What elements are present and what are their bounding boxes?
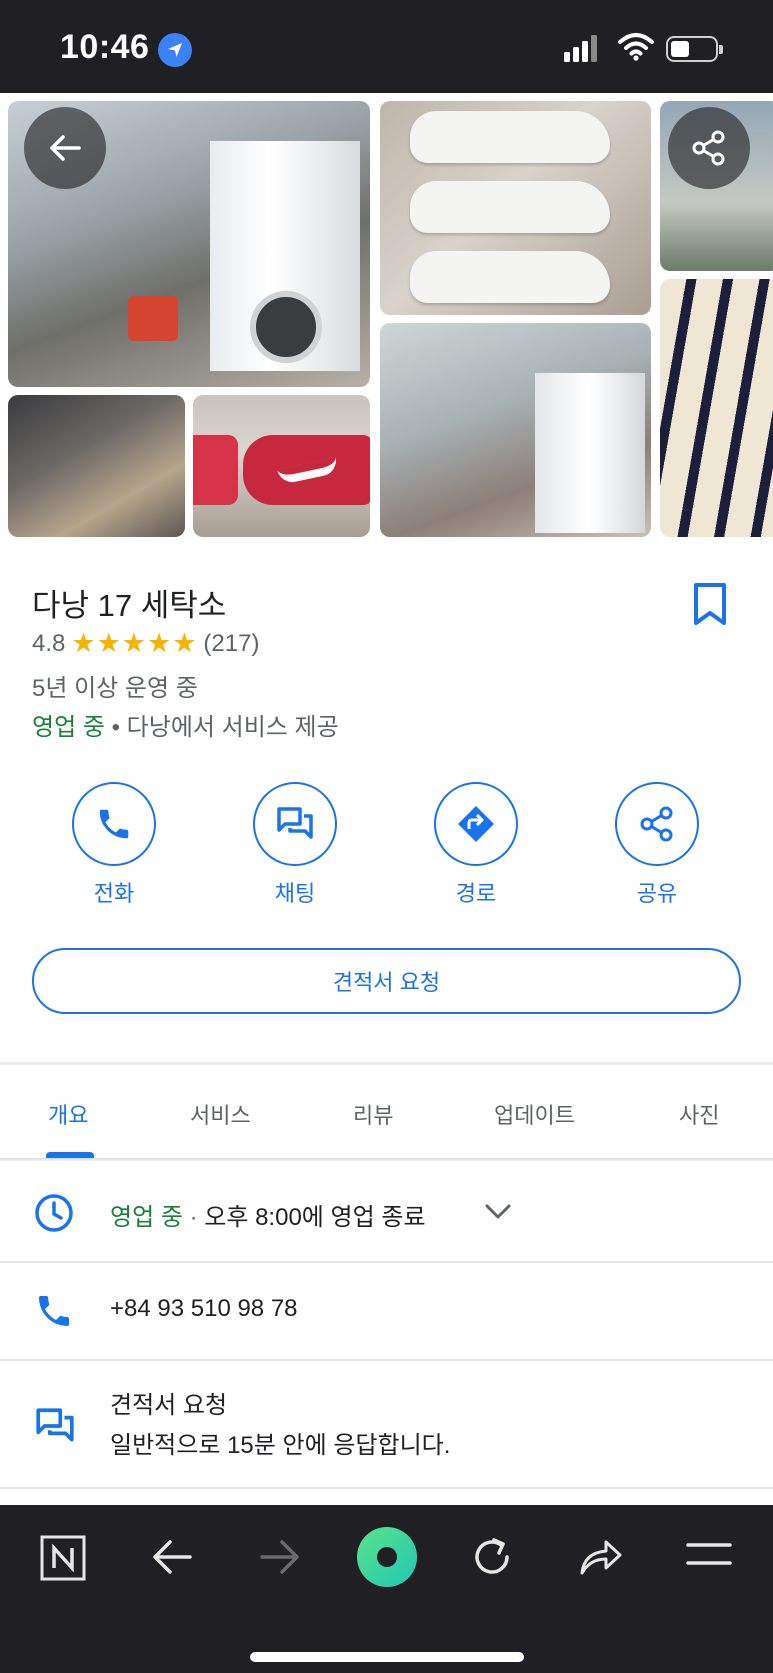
place-title: 다낭 17 세탁소 [32,588,227,623]
row-divider [0,1487,773,1489]
share-label: 공유 [636,881,678,906]
open-status-row: 영업 중 • 다낭에서 서비스 제공 [32,707,339,742]
photo-red-sneakers[interactable] [193,395,370,537]
share-button-top[interactable] [668,107,750,189]
years-in-business: 5년 이상 운영 중 [32,675,198,702]
quote-row-subtitle: 일반적으로 15분 안에 응답합니다. [110,1432,451,1459]
back-button[interactable] [24,107,106,189]
rating-value: 4.8 [32,629,66,657]
hours-separator: · [182,1204,205,1231]
directions-label: 경로 [455,881,497,906]
quote-row[interactable]: 견적서 요청 일반적으로 15분 안에 응답합니다. [0,1361,773,1487]
open-status: 영업 중 [32,714,105,741]
share-forward-icon[interactable] [578,1537,624,1582]
arrow-left-icon [50,135,81,161]
browser-back-icon[interactable] [150,1537,194,1582]
tab-reviews[interactable]: 리뷰 [353,1098,393,1130]
tab-bar: 개요 서비스 리뷰 업데이트 사진 [0,1065,773,1159]
chat-icon [277,807,313,839]
star-rating-icon: ★★★★★ [71,628,198,658]
closing-time: 오후 8:00에 영업 종료 [204,1204,426,1231]
browser-toolbar [0,1505,773,1673]
menu-icon[interactable] [686,1539,732,1574]
browser-forward-icon [258,1537,302,1582]
photo-clothes-rack[interactable] [8,395,185,537]
phone-icon [99,809,129,839]
naver-home-icon[interactable] [40,1535,86,1586]
photo-laundry-machines[interactable] [380,323,651,537]
share-button[interactable]: 공유 [602,782,712,908]
wifi-icon [618,32,654,67]
directions-icon [458,806,494,842]
photo-white-sneakers[interactable] [380,101,651,315]
chat-button[interactable]: 채팅 [240,782,350,908]
bookmark-button[interactable] [693,582,727,631]
chat-icon [34,1405,76,1452]
location-arrow-icon [158,33,192,67]
bookmark-icon [694,583,726,625]
tab-photos[interactable]: 사진 [679,1098,719,1130]
request-quote-button[interactable]: 견적서 요청 [32,948,741,1014]
phone-row[interactable]: +84 93 510 98 78 [0,1263,773,1359]
call-button[interactable]: 전화 [59,782,169,908]
hours-row[interactable]: 영업 중 · 오후 8:00에 영업 종료 [0,1161,773,1261]
directions-button[interactable]: 경로 [421,782,531,908]
service-area: • 다낭에서 서비스 제공 [104,714,339,741]
clock-icon [34,1193,74,1238]
share-icon [640,806,673,842]
cellular-signal-icon [564,34,600,67]
photo-striped-fabric[interactable] [660,279,773,537]
green-dot-icon[interactable] [356,1526,418,1593]
chat-label: 채팅 [274,881,316,906]
phone-number: +84 93 510 98 78 [110,1295,298,1322]
refresh-icon[interactable] [470,1535,514,1584]
call-label: 전화 [93,881,135,906]
phone-icon [34,1291,74,1336]
rating-row[interactable]: 4.8 ★★★★★ (217) [32,628,259,659]
hours-text: 영업 중 · 오후 8:00에 영업 종료 [110,1197,426,1232]
share-icon [692,130,725,166]
battery-icon [666,36,723,62]
tab-updates[interactable]: 업데이트 [494,1098,575,1130]
chevron-down-icon[interactable] [484,1203,512,1226]
status-bar: 10:46 [0,0,773,93]
tab-overview[interactable]: 개요 [48,1098,88,1130]
home-indicator [250,1652,524,1662]
review-count[interactable]: (217) [203,630,259,658]
clock: 10:46 [60,28,150,66]
quote-row-title: 견적서 요청 [110,1392,228,1419]
tab-services[interactable]: 서비스 [190,1098,251,1130]
hours-open-status: 영업 중 [110,1204,183,1231]
photo-gallery[interactable] [0,93,773,543]
